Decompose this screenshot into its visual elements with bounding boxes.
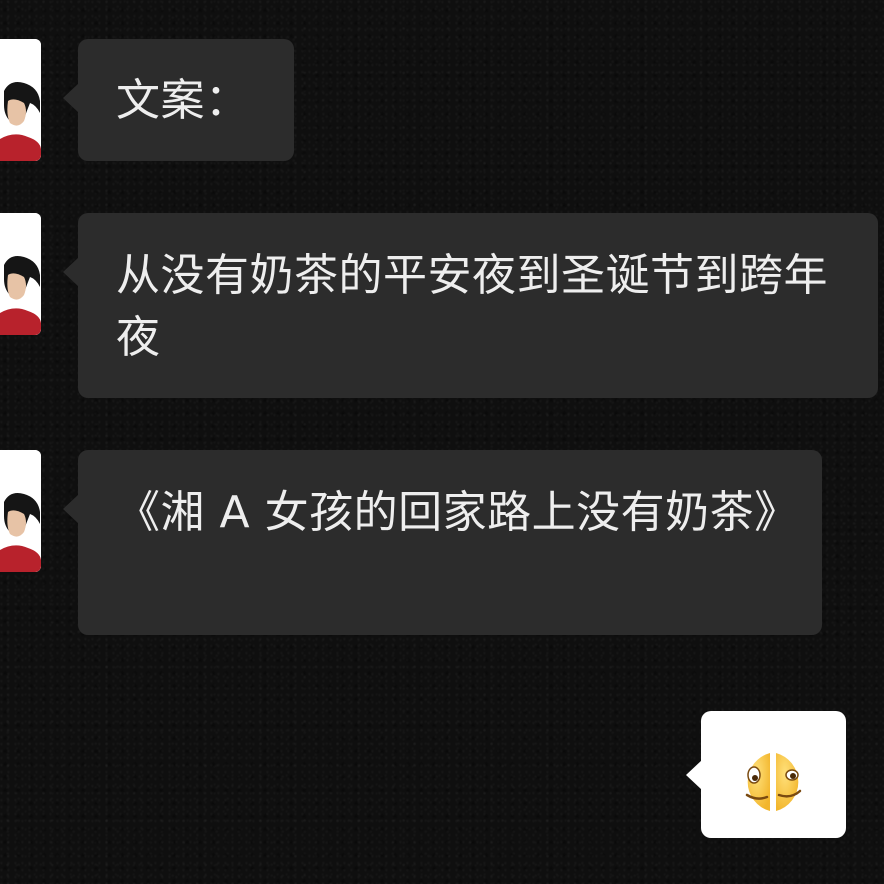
bubble-tail: [63, 257, 79, 287]
contact-avatar-icon: [0, 39, 41, 161]
bubble-tail: [686, 760, 702, 790]
message-bubble-1[interactable]: 文案：: [63, 39, 294, 161]
message-bubble-2[interactable]: 从没有奶茶的平安夜到圣诞节到跨年夜: [63, 213, 878, 398]
outgoing-sticker-bubble[interactable]: [686, 711, 846, 838]
contact-avatar[interactable]: [0, 450, 41, 572]
message-bubble-3[interactable]: 《湘 A 女孩的回家路上没有奶茶》: [63, 450, 822, 635]
bubble-tail: [63, 83, 79, 113]
contact-avatar[interactable]: [0, 39, 41, 161]
split-face-emoji-icon: [745, 753, 802, 811]
message-text: 从没有奶茶的平安夜到圣诞节到跨年夜: [116, 250, 828, 363]
message-text: 文案：: [116, 75, 250, 126]
contact-avatar[interactable]: [0, 213, 41, 335]
message-text: 《湘 A 女孩的回家路上没有奶茶》: [116, 487, 799, 538]
contact-avatar-icon: [0, 450, 41, 572]
bubble-tail: [63, 494, 79, 524]
contact-avatar-icon: [0, 213, 41, 335]
